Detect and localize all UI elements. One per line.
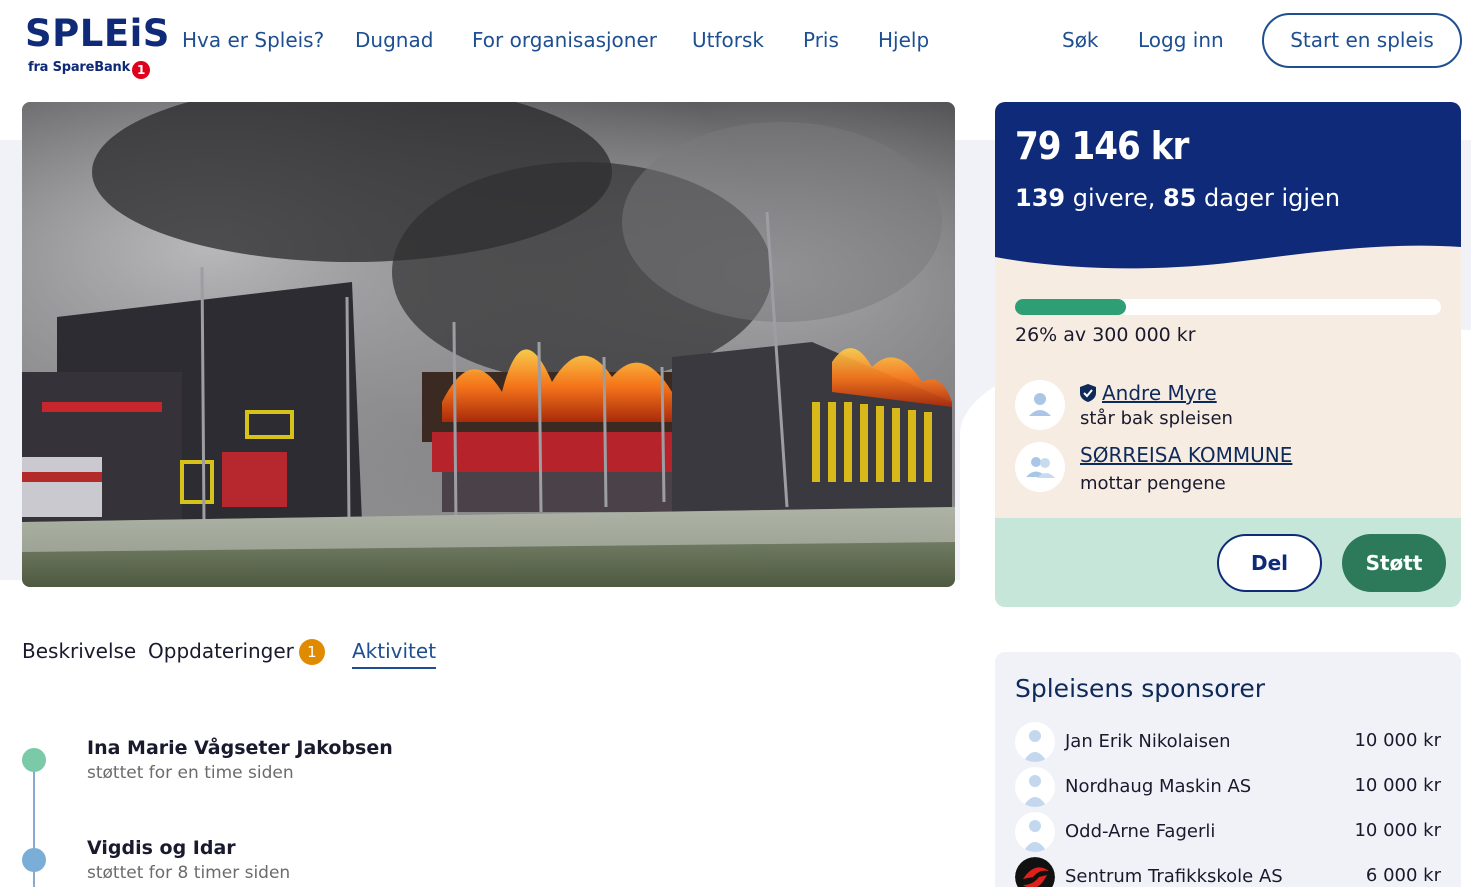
activity-timestamp: støttet for 8 timer siden [87,863,291,883]
tab-aktivitet[interactable]: Aktivitet [352,639,437,669]
organizer-avatar [1015,380,1065,430]
person-icon [1023,775,1047,807]
activity-timestamp: støttet for en time siden [87,763,294,783]
raised-amount: 79 146 kr [1015,124,1189,168]
givers-and-days: 139 givere, 85 dager igjen [1015,184,1341,212]
burning-building-image [22,102,955,587]
sponsor-avatar [1015,812,1055,852]
sponsor-name: Sentrum Trafikkskole AS [1065,866,1283,887]
organizer-link[interactable]: Andre Myre [1080,381,1217,405]
group-icon [1026,457,1055,478]
person-icon [1029,393,1051,416]
sponsor-row[interactable]: Nordhaug Maskin AS 10 000 kr [995,767,1461,811]
person-icon [1023,730,1047,762]
logo-wordmark: SPLEiS [25,12,170,55]
nav-pris[interactable]: Pris [803,28,839,52]
sponsor-avatar [1015,722,1055,762]
nav-for-organisasjoner[interactable]: For organisasjoner [472,28,657,52]
progress-text: 26% av 300 000 kr [1015,324,1196,346]
logo-subtitle: fra SpareBank 1 [28,60,151,79]
sponsor-amount: 10 000 kr [1354,775,1441,796]
activity-dot [22,748,46,772]
tab-oppdateringer-label: Oppdateringer [148,639,294,663]
recipient-avatar [1015,442,1065,492]
spleis-logo[interactable]: SPLEiS fra SpareBank 1 [25,12,169,80]
card-actions: Del Støtt [995,518,1461,607]
progress-bar [1015,299,1441,315]
start-spleis-button[interactable]: Start en spleis [1262,13,1462,68]
tab-oppdateringer[interactable]: Oppdateringer 1 [148,639,325,665]
donation-card: 79 146 kr 139 givere, 85 dager igjen 26%… [995,102,1461,607]
sponsor-amount: 6 000 kr [1365,865,1441,886]
campaign-photo [22,102,955,587]
organizer-role: står bak spleisen [1080,408,1233,429]
login-link[interactable]: Logg inn [1138,28,1224,52]
site-header: SPLEiS fra SpareBank 1 Hva er Spleis? Dug… [0,0,1471,88]
updates-count-badge: 1 [298,639,325,665]
recipient-link[interactable]: SØRREISA KOMMUNE [1080,443,1292,467]
sponsor-name: Odd-Arne Fagerli [1065,821,1216,842]
sponsors-panel: Spleisens sponsorer Jan Erik Nikolaisen … [995,652,1461,887]
sponsor-amount: 10 000 kr [1354,730,1441,751]
sparebank-badge-icon: 1 [132,61,151,79]
search-link[interactable]: Søk [1062,28,1099,52]
organizer-name: Andre Myre [1102,381,1217,405]
activity-supporter-name: Vigdis og Idar [87,837,236,859]
nav-dugnad[interactable]: Dugnad [355,28,433,52]
sponsor-row[interactable]: Jan Erik Nikolaisen 10 000 kr [995,722,1461,766]
activity-supporter-name: Ina Marie Vågseter Jakobsen [87,737,393,759]
sponsor-name: Nordhaug Maskin AS [1065,776,1252,797]
recipient-role: mottar pengene [1080,473,1226,494]
support-button[interactable]: Støtt [1342,534,1446,592]
verified-shield-icon [1080,384,1096,402]
sponsor-row[interactable]: Sentrum Trafikkskole AS 6 000 kr [995,857,1461,887]
nav-hjelp[interactable]: Hjelp [878,28,929,52]
nav-utforsk[interactable]: Utforsk [692,28,764,52]
share-button[interactable]: Del [1217,534,1322,592]
nav-hva-er-spleis[interactable]: Hva er Spleis? [182,28,324,52]
person-icon [1023,820,1047,852]
sponsor-logo [1015,857,1055,887]
sponsor-amount: 10 000 kr [1354,820,1441,841]
trafikkskole-logo-icon [1015,857,1055,887]
sponsor-row[interactable]: Odd-Arne Fagerli 10 000 kr [995,812,1461,856]
tab-beskrivelse[interactable]: Beskrivelse [22,639,136,663]
progress-bar-fill [1015,299,1126,315]
sponsor-avatar [1015,767,1055,807]
activity-dot [22,848,46,872]
sponsors-title: Spleisens sponsorer [1015,674,1265,703]
sponsor-name: Jan Erik Nikolaisen [1065,731,1231,752]
